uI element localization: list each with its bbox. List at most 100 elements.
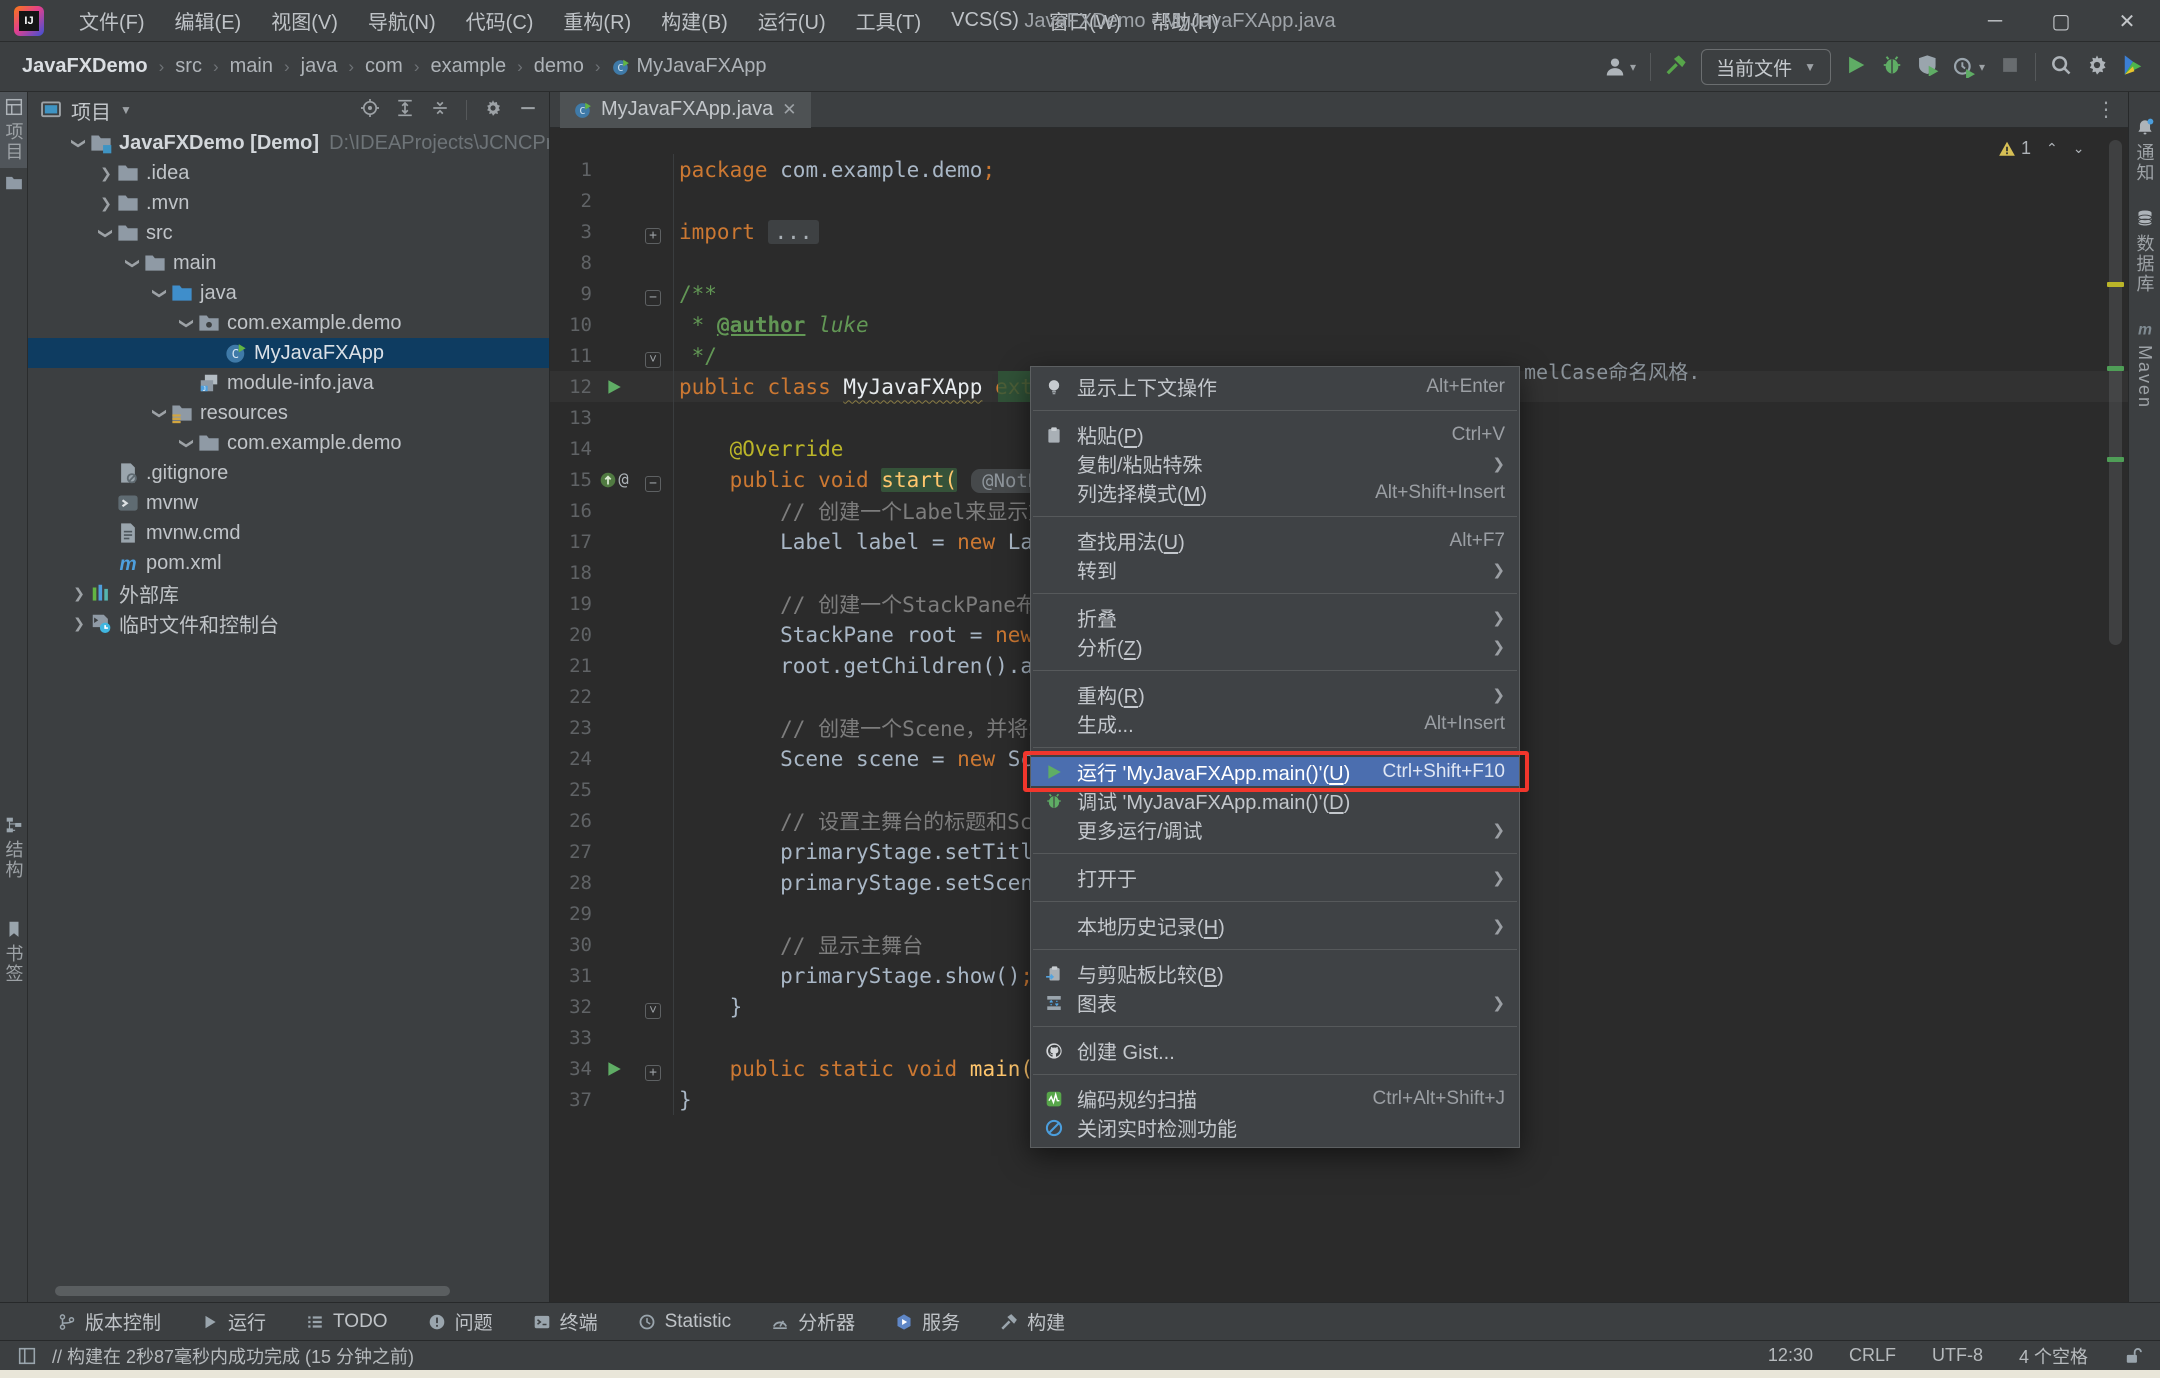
gutter[interactable]: 1 (550, 154, 674, 185)
toolwindow-button-运行[interactable]: 运行 (201, 1308, 266, 1335)
menubar-item[interactable]: 导航(N) (353, 0, 451, 41)
menu-item-plain[interactable]: 分析(Z)❯ (1031, 632, 1519, 661)
profiler-button[interactable]: ▾ (1953, 56, 1985, 78)
tree-item-javafxdemo-demo-[interactable]: ❯JavaFXDemo [Demo]D:\IDEAProjects\JCNCPr… (28, 128, 549, 158)
menu-item-plain[interactable]: 重构(R)❯ (1031, 680, 1519, 709)
menubar-item[interactable]: 文件(F) (64, 0, 160, 41)
tree-item-java[interactable]: ❯java (28, 278, 549, 308)
gutter[interactable]: 29 (550, 898, 674, 929)
code-line-10[interactable]: 10 * @author luke (550, 309, 2128, 340)
coverage-button[interactable] (1917, 54, 1939, 81)
collapse-all-button[interactable] (431, 99, 449, 122)
breadcrumb-item[interactable]: com (365, 55, 403, 78)
gutter[interactable]: 13 (550, 402, 674, 433)
panel-settings-button[interactable] (484, 99, 502, 122)
gutter[interactable]: 24 (550, 743, 674, 774)
breadcrumb-item[interactable]: example (431, 55, 507, 78)
indent-setting[interactable]: 4 个空格 (2019, 1343, 2088, 1369)
menubar-item[interactable]: 工具(T) (841, 0, 937, 41)
menu-item-plain[interactable]: 生成...Alt+Insert (1031, 709, 1519, 738)
gutter[interactable]: 21 (550, 650, 674, 681)
gutter[interactable]: 16 (550, 495, 674, 526)
menu-item-plain[interactable]: 打开于❯ (1031, 863, 1519, 892)
menu-item-bulb[interactable]: 显示上下文操作Alt+Enter (1031, 372, 1519, 401)
project-panel-title[interactable]: 项目 (71, 96, 111, 125)
chevron-collapsed-icon[interactable]: ❯ (95, 165, 117, 182)
warning-stripe-mark[interactable] (2107, 282, 2124, 287)
file-encoding[interactable]: UTF-8 (1932, 1345, 1983, 1366)
tree-item-.idea[interactable]: ❯.idea (28, 158, 549, 188)
menu-item-diagram[interactable]: 图表❯ (1031, 988, 1519, 1017)
chevron-expanded-icon[interactable]: ❯ (125, 252, 142, 274)
menubar-item[interactable]: 构建(B) (646, 0, 743, 41)
user-account-button[interactable]: ▾ (1604, 56, 1636, 78)
search-everywhere-button[interactable] (2050, 54, 2072, 81)
settings-button[interactable] (2086, 54, 2108, 81)
run-configuration-select[interactable]: 当前文件▼ (1701, 49, 1831, 85)
gutter[interactable]: 30 (550, 929, 674, 960)
menubar-item[interactable]: 重构(R) (548, 0, 646, 41)
menubar-item[interactable]: 视图(V) (256, 0, 353, 41)
maximize-button[interactable]: ▢ (2028, 0, 2094, 42)
editor-scrollbar[interactable] (2109, 140, 2122, 645)
menu-item-plain[interactable]: 更多运行/调试❯ (1031, 815, 1519, 844)
toolwindow-button-服务[interactable]: 服务 (895, 1308, 960, 1335)
chevron-collapsed-icon[interactable]: ❯ (68, 585, 90, 602)
gutter[interactable]: 3+ (550, 216, 674, 247)
debug-button[interactable] (1881, 54, 1903, 81)
gutter[interactable]: 31 (550, 960, 674, 991)
locate-file-button[interactable] (361, 99, 379, 122)
status-message[interactable]: // 构建在 2秒87毫秒内成功完成 (15 分钟之前) (52, 1343, 414, 1369)
gutter[interactable]: 22 (550, 681, 674, 712)
gutter[interactable]: 37 (550, 1084, 674, 1115)
close-icon[interactable]: ✕ (782, 100, 796, 120)
fold-expand-icon[interactable]: + (645, 228, 661, 244)
gutter[interactable]: 23 (550, 712, 674, 743)
caret-position[interactable]: 12:30 (1768, 1345, 1813, 1366)
toolwindow-button-终端[interactable]: 终端 (533, 1308, 598, 1335)
breadcrumb-item[interactable]: CMyJavaFXApp (612, 55, 767, 78)
tree-item-src[interactable]: ❯src (28, 218, 549, 248)
menu-item-plain[interactable]: 转到❯ (1031, 555, 1519, 584)
menu-item-plain[interactable]: 复制/粘贴特殊❯ (1031, 449, 1519, 478)
menubar-item[interactable]: 编辑(E) (160, 0, 257, 41)
gutter[interactable]: 34+ (550, 1053, 674, 1084)
fold-end-icon[interactable]: ˅ (645, 352, 661, 368)
stripe-tab-project[interactable]: 项目 (0, 92, 27, 168)
gutter[interactable]: 20 (550, 619, 674, 650)
minimize-button[interactable]: ─ (1962, 0, 2028, 42)
gutter[interactable]: 25 (550, 774, 674, 805)
stripe-tab-structure[interactable]: 结构 (1, 810, 27, 886)
breadcrumb-item[interactable]: java (301, 55, 338, 78)
change-stripe-mark[interactable] (2107, 366, 2124, 371)
tree-item-mvnw[interactable]: mvnw (28, 488, 549, 518)
tree-item-.mvn[interactable]: ❯.mvn (28, 188, 549, 218)
tree-item-pom.xml[interactable]: mpom.xml (28, 548, 549, 578)
run-gutter-icon[interactable] (605, 378, 623, 396)
menu-item-plain[interactable]: 本地历史记录(H)❯ (1031, 911, 1519, 940)
menu-item-block[interactable]: 关闭实时检测功能 (1031, 1113, 1519, 1142)
menu-item-run[interactable]: 运行 'MyJavaFXApp.main()'(U)Ctrl+Shift+F10 (1031, 757, 1519, 786)
toolwindow-button-问题[interactable]: 问题 (428, 1308, 493, 1335)
menubar-item[interactable]: 运行(U) (743, 0, 841, 41)
tree-item-mvnw.cmd[interactable]: mvnw.cmd (28, 518, 549, 548)
fold-collapse-icon[interactable]: − (645, 476, 661, 492)
menu-item-plain[interactable]: 查找用法(U)Alt+F7 (1031, 526, 1519, 555)
tree-item-resources[interactable]: ❯resources (28, 398, 549, 428)
chevron-expanded-icon[interactable]: ❯ (152, 282, 169, 304)
tree-item-com.example.demo[interactable]: ❯com.example.demo (28, 308, 549, 338)
code-line-2[interactable]: 2 (550, 185, 2128, 216)
breadcrumb-item[interactable]: main (230, 55, 273, 78)
gutter[interactable]: 17 (550, 526, 674, 557)
chevron-collapsed-icon[interactable]: ❯ (95, 195, 117, 212)
chevron-collapsed-icon[interactable]: ❯ (68, 615, 90, 632)
gutter[interactable]: 26 (550, 805, 674, 836)
toolwindow-button-版本控制[interactable]: 版本控制 (58, 1308, 161, 1335)
breadcrumb-item[interactable]: JavaFXDemo (22, 55, 148, 78)
gutter[interactable]: 10 (550, 309, 674, 340)
chevron-down-icon[interactable]: ▼ (120, 103, 132, 117)
chevron-expanded-icon[interactable]: ❯ (179, 432, 196, 454)
line-separator[interactable]: CRLF (1849, 1345, 1896, 1366)
gutter[interactable]: 32˅ (550, 991, 674, 1022)
fold-expand-icon[interactable]: + (645, 1065, 661, 1081)
